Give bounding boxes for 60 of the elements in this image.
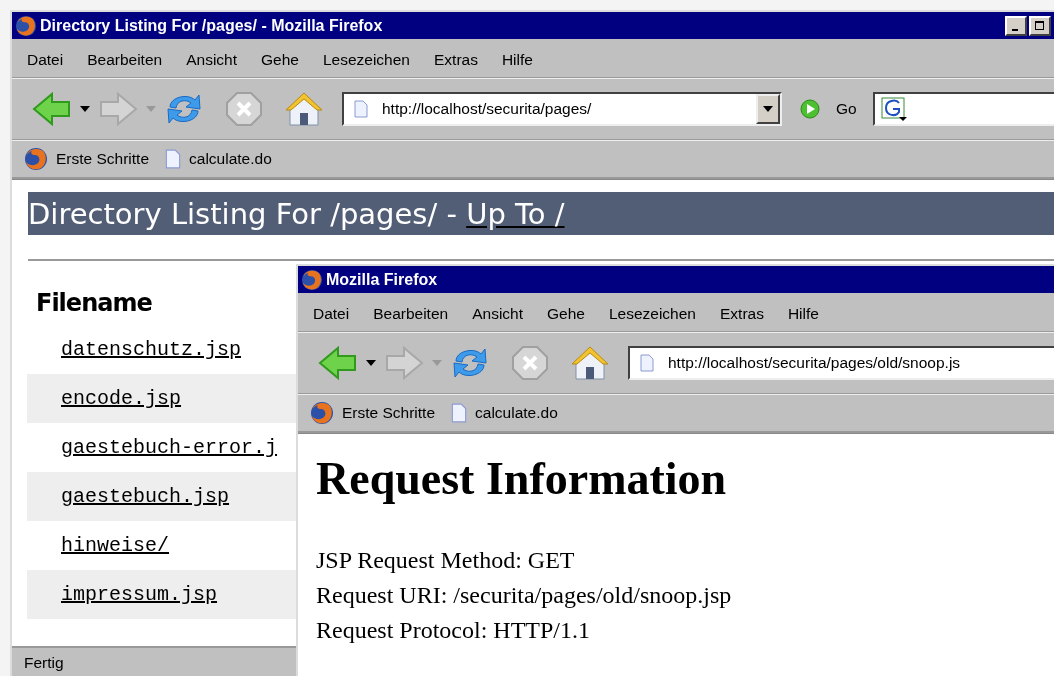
menu-item[interactable]: Gehe [249,51,311,69]
bookmark-link[interactable]: Erste Schritte [342,404,436,422]
up-link[interactable]: Up To / [466,196,565,231]
menu-item[interactable]: Ansicht [174,51,249,69]
heading-text: Directory Listing For /pages/ - [28,196,458,231]
window-title: Directory Listing For /pages/ - Mozilla Firefox [40,16,383,35]
go-icon[interactable] [800,99,820,119]
menu-item[interactable]: Hilfe [775,305,831,323]
maximize-button[interactable] [1029,15,1051,36]
minimize-icon [1012,28,1018,31]
menu-item[interactable]: Datei [15,51,76,69]
dropdown-caret-icon[interactable] [80,106,90,112]
bookmark-link[interactable]: calculate.do [189,150,272,168]
bookmark-link[interactable]: calculate.do [475,404,558,422]
file-link[interactable]: gaestebuch.jsp [61,485,230,508]
menu-item[interactable]: Bearbeiten [361,305,461,323]
page-icon [165,149,182,169]
firefox-icon [301,268,323,291]
file-link[interactable]: impressum.jsp [61,583,218,606]
menu-item[interactable]: Lesezeichen [596,305,708,323]
column-header: Filename [36,289,152,317]
menu-item[interactable]: Ansicht [460,305,535,323]
file-link[interactable]: gaestebuch-error.j [61,436,278,459]
search-field[interactable] [872,92,1054,126]
menu-item[interactable]: Extras [422,51,490,69]
bookmark-link[interactable]: Erste Schritte [56,150,150,168]
menu-item[interactable]: Extras [708,305,776,323]
dropdown-caret-icon[interactable] [366,360,376,366]
menu-item[interactable]: Hilfe [489,51,545,69]
minimize-button[interactable] [1005,15,1027,36]
page-icon [640,354,654,372]
page-heading: Request Information [316,452,728,505]
firefox-icon [15,14,37,37]
menu-item[interactable]: Datei [301,305,362,323]
info-line: JSP Request Method: GET [316,546,576,575]
file-link[interactable]: encode.jsp [61,387,182,410]
file-link[interactable]: datenschutz.jsp [61,338,242,361]
search-engine-icon[interactable] [880,97,907,121]
firefox-icon [310,401,334,425]
go-button[interactable]: Go [836,100,857,118]
stop-icon[interactable] [510,345,550,381]
caret-icon [763,106,773,112]
address-field[interactable]: http://localhost/securita/pages/ [342,92,782,126]
maximize-icon [1035,20,1045,31]
page-icon [451,403,468,423]
file-link[interactable]: hinweise/ [61,534,170,557]
info-line: Request Protocol: HTTP/1.1 [316,616,591,645]
address-field[interactable]: http://localhost/securita/pages/old/snoop.js [628,346,1054,380]
firefox-icon [24,147,48,171]
page-icon [354,100,368,118]
menu-item[interactable]: Lesezeichen [310,51,422,69]
stop-icon[interactable] [224,91,264,127]
info-line: Request URI: /securita/pages/old/snoop.jsp [316,581,733,610]
home-icon[interactable] [284,91,324,127]
menu-item[interactable]: Gehe [535,305,597,323]
menu-item[interactable]: Bearbeiten [75,51,175,69]
home-icon[interactable] [570,345,610,381]
window-title: Mozilla Firefox [326,270,438,289]
status-text: Fertig [24,654,64,672]
dropdown-button[interactable] [756,94,780,124]
